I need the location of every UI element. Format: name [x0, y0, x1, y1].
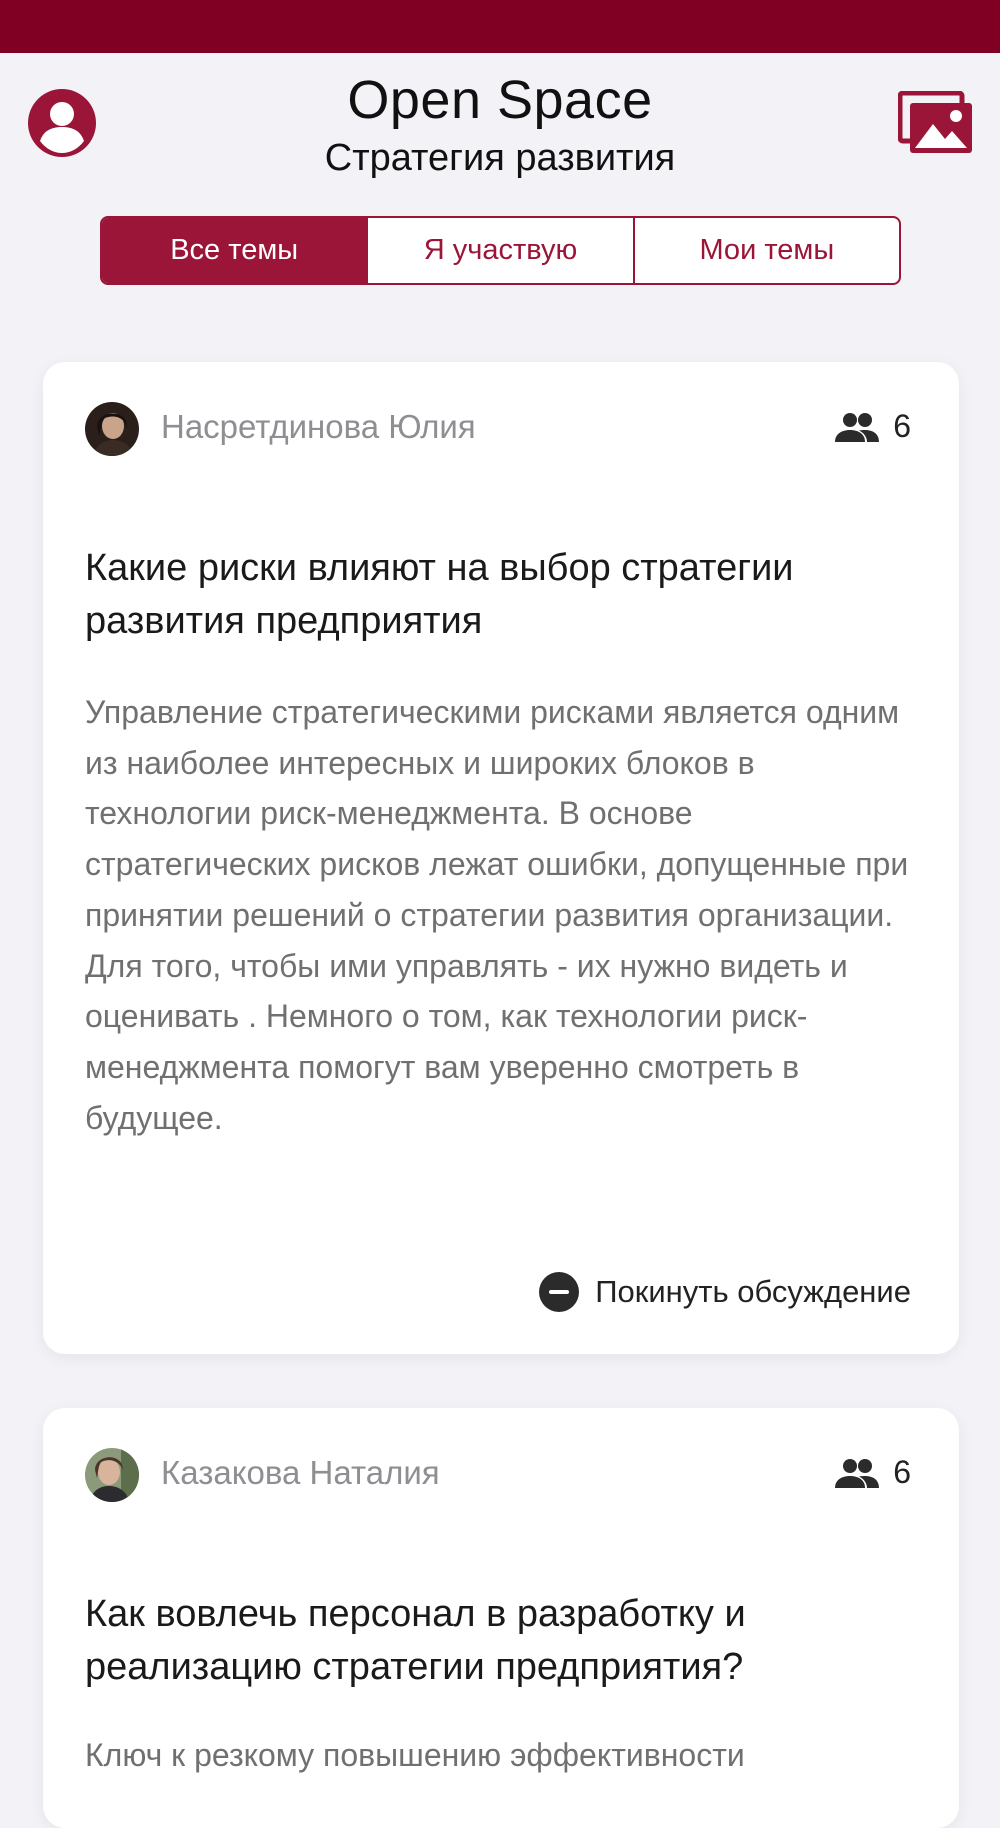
participants-number: 6 — [893, 1454, 911, 1490]
topic-card[interactable]: Насретдинова Юлия 6 Какие риски влияют н… — [43, 362, 959, 1354]
topic-title: Какие риски влияют на выбор стратегии ра… — [85, 547, 794, 642]
author-name: Казакова Наталия — [161, 1454, 440, 1491]
participants-number: 6 — [893, 408, 911, 444]
participants-count: 6 — [835, 408, 911, 445]
leave-discussion-label: Покинуть обсуждение — [595, 1274, 911, 1309]
images-icon — [897, 90, 972, 153]
page-subtitle: Стратегия развития — [324, 137, 676, 179]
gallery-button[interactable] — [897, 90, 974, 155]
topic-card[interactable]: Казакова Наталия 6 Как вовлечь персонал … — [43, 1408, 959, 1828]
participants-count: 6 — [835, 1454, 911, 1491]
author-photo — [85, 1448, 139, 1502]
tab-participating[interactable]: Я участвую — [366, 218, 632, 283]
minus-circle-icon — [539, 1272, 580, 1312]
people-icon — [835, 412, 880, 442]
tab-my-topics[interactable]: Мои темы — [632, 218, 899, 283]
topic-title: Как вовлечь персонал в разработку и реал… — [85, 1593, 746, 1688]
app-title: Open Space — [347, 70, 653, 130]
avatar — [85, 402, 139, 456]
topic-filter-tabs: Все темы Я участвую Мои темы — [100, 216, 901, 285]
status-bar — [0, 0, 1000, 53]
tab-all-topics[interactable]: Все темы — [102, 218, 367, 283]
header: Open Space Стратегия развития — [0, 53, 1000, 183]
topic-description: Управление стратегическими рисками являе… — [85, 694, 909, 1136]
leave-discussion-button[interactable]: Покинуть обсуждение — [539, 1272, 911, 1312]
topic-description: Ключ к резкому повышению эффективности — [85, 1737, 745, 1773]
author-photo — [85, 402, 139, 456]
author-name: Насретдинова Юлия — [161, 408, 476, 445]
people-icon — [835, 1458, 880, 1488]
avatar — [85, 1448, 139, 1502]
